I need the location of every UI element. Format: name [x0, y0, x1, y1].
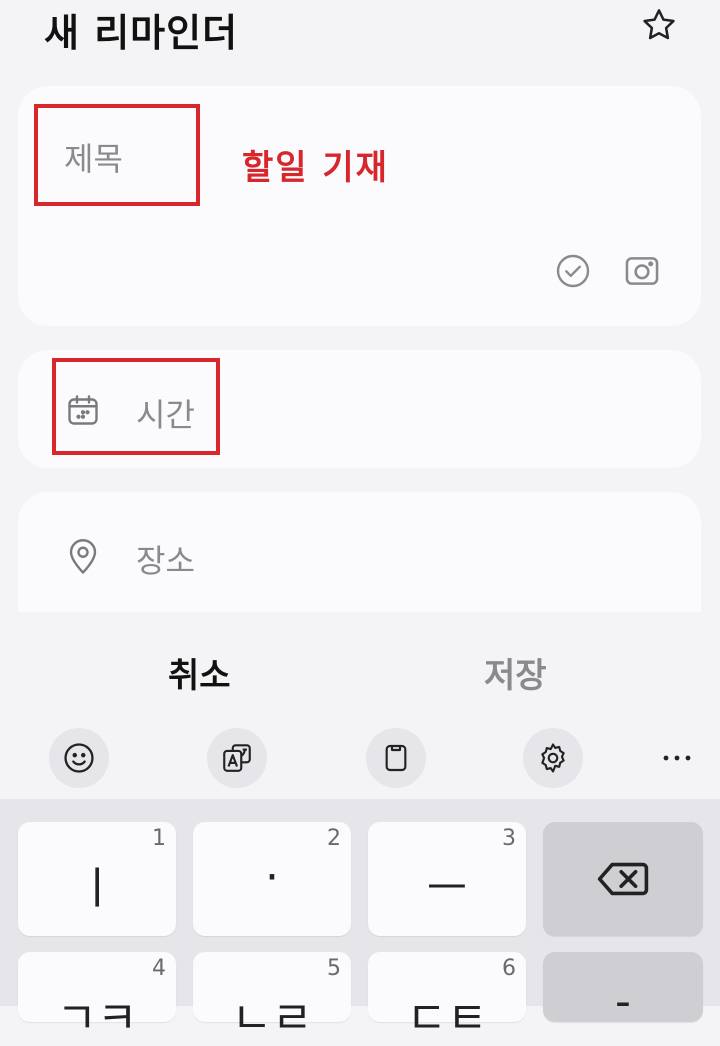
key-glyph: ㄱㅋ [56, 993, 138, 1044]
key-number: 3 [502, 826, 516, 851]
key-2[interactable]: 2 · [193, 822, 351, 936]
annotation-text: 할일 기재 [242, 148, 389, 188]
key-1[interactable]: 1 ㅣ [18, 822, 176, 936]
camera-button[interactable] [621, 250, 663, 292]
location-pin-icon [69, 539, 97, 574]
emoji-button[interactable] [49, 728, 109, 788]
key-3[interactable]: 3 ㅡ [368, 822, 526, 936]
favorite-button[interactable] [640, 6, 678, 44]
key-glyph: ㅣ [76, 863, 118, 914]
star-icon [643, 9, 675, 40]
key-glyph: - [615, 976, 631, 1027]
dash-key[interactable]: - [543, 952, 703, 1027]
clipboard-button[interactable] [366, 728, 426, 788]
annotation-box-time [52, 358, 220, 455]
place-label[interactable]: 장소 [136, 536, 195, 582]
key-glyph: ㄷㅌ [406, 993, 488, 1044]
keyboard-settings-button[interactable] [523, 728, 583, 788]
checklist-button[interactable] [552, 250, 594, 292]
key-glyph: ㅡ [426, 863, 468, 914]
key-number: 5 [327, 956, 341, 981]
key-5[interactable]: 5 ㄴㄹ [193, 952, 351, 1044]
clipboard-icon [385, 744, 407, 772]
translate-button[interactable] [207, 728, 267, 788]
key-number: 6 [502, 956, 516, 981]
backspace-icon [597, 862, 649, 896]
page-title: 새 리마인더 [44, 11, 239, 55]
translate-icon [223, 744, 251, 772]
save-button[interactable]: 저장 [484, 648, 547, 697]
key-glyph: ㄴㄹ [231, 993, 313, 1044]
more-button[interactable] [660, 745, 694, 771]
key-glyph: · [265, 852, 279, 903]
place-card[interactable] [18, 492, 701, 612]
settings-icon [541, 743, 565, 773]
cancel-button[interactable]: 취소 [168, 648, 231, 697]
annotation-box-title [34, 104, 200, 206]
location-icon-wrap [64, 535, 102, 577]
key-4[interactable]: 4 ㄱㅋ [18, 952, 176, 1044]
key-number: 2 [327, 826, 341, 851]
key-number: 1 [152, 826, 166, 851]
camera-icon [625, 257, 659, 285]
key-6[interactable]: 6 ㄷㅌ [368, 952, 526, 1044]
check-circle-icon [556, 254, 590, 288]
more-icon [663, 755, 691, 761]
emoji-icon [64, 743, 94, 773]
backspace-key[interactable] [543, 822, 703, 936]
key-number: 4 [152, 956, 166, 981]
